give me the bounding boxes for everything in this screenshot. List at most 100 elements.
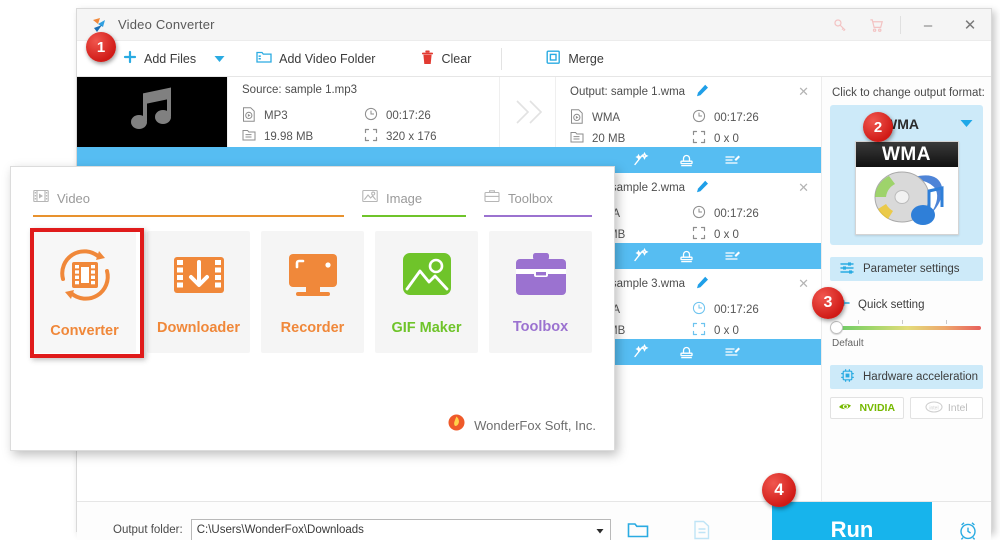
quality-slider[interactable] [822,312,991,334]
title-bar: Video Converter – ✕ [77,9,991,41]
module-tile-converter[interactable]: Converter [33,231,136,353]
clear-button[interactable]: Clear [411,41,481,77]
quick-setting-row[interactable]: Quick setting [822,281,991,312]
trash-icon [421,50,434,68]
output-format-header[interactable]: WMA [830,111,983,137]
parameter-settings-label: Parameter settings [863,263,960,275]
alarm-clock-icon[interactable] [953,516,983,540]
source-resolution-value: 320 x 176 [386,130,437,143]
output-resolution-value: 0 x 0 [714,132,739,145]
rename-pencil-icon[interactable] [696,276,709,289]
image-icon [362,189,378,208]
main-toolbar: Add Files Add Video Folder Clear Merge [77,41,991,77]
tab-image[interactable]: Image [362,189,466,217]
resolution-icon [364,128,378,145]
module-tile-gif-maker[interactable]: GIF Maker [375,231,478,353]
nvidia-eye-icon [838,401,854,416]
bottom-bar: Output folder: C:\Users\WonderFox\Downlo… [77,501,991,540]
stamp-icon[interactable] [663,248,709,265]
gpu-toggle-row: NVIDIA intel Intel [830,397,983,419]
module-tile-recorder[interactable]: Recorder [261,231,364,353]
browse-folder-icon[interactable] [625,517,651,540]
downloader-icon [170,249,228,306]
output-folder-label: Output folder: [113,523,183,536]
recorder-icon [284,249,342,306]
module-tile-toolbox[interactable]: Toolbox [489,231,592,353]
parameter-settings-button[interactable]: Parameter settings [830,257,983,281]
source-duration-value: 00:17:26 [386,109,431,122]
output-duration: 00:17:26 [692,299,814,320]
tab-image-inner: Image [362,189,466,215]
resolution-icon [692,226,706,243]
intel-label: Intel [947,402,968,414]
add-files-button[interactable]: Add Files [113,41,206,77]
film-icon [33,189,49,208]
converter-icon [55,246,115,309]
remove-file-button[interactable]: ✕ [798,180,809,196]
rename-pencil-icon[interactable] [696,84,709,97]
edit-subtitle-icon[interactable] [709,344,755,361]
module-tile-gif-maker-label: GIF Maker [391,319,462,336]
output-folder-dropdown-icon[interactable] [592,523,607,540]
intel-logo-icon: intel [925,400,943,416]
module-tile-toolbox-label: Toolbox [512,318,569,335]
stamp-icon[interactable] [663,344,709,361]
tab-video[interactable]: Video [33,189,344,217]
remove-file-button[interactable]: ✕ [798,84,809,100]
remove-file-button[interactable]: ✕ [798,276,809,292]
magic-wand-icon[interactable] [617,151,663,169]
file-row[interactable]: Source: sample 1.mp3 MP3 19.98 MB 00:17:… [77,77,821,173]
add-video-folder-button[interactable]: Add Video Folder [246,41,385,77]
rename-pencil-icon[interactable] [696,180,709,193]
minimize-button[interactable]: – [907,9,949,41]
nvidia-toggle[interactable]: NVIDIA [830,397,904,419]
edit-subtitle-icon[interactable] [709,248,755,265]
output-title-text: Output: sample 1.wma [570,86,686,98]
merge-icon [546,50,561,68]
module-tile-downloader[interactable]: Downloader [147,231,250,353]
close-button[interactable]: ✕ [949,9,991,41]
intel-toggle[interactable]: intel Intel [909,397,983,419]
chip-icon [840,368,855,386]
step-badge-1: 1 [86,32,116,62]
clock-icon [692,109,706,126]
module-tile-converter-label: Converter [50,322,119,339]
output-resolution: 0 x 0 [692,224,814,245]
window-title: Video Converter [118,17,215,32]
clock-icon [692,301,706,318]
overlay-footer: WonderFox Soft, Inc. [448,414,596,436]
slider-value-label: Default [832,338,864,349]
format-artwork-label: WMA [855,142,958,167]
tab-toolbox[interactable]: Toolbox [484,189,592,217]
tab-video-inner: Video [33,189,344,215]
output-format-selector[interactable]: WMA WMA [830,105,983,245]
run-button[interactable]: Run [772,502,932,540]
source-column: Source: sample 1.mp3 MP3 19.98 MB 00:17:… [227,77,499,147]
add-files-dropdown-icon[interactable] [206,41,232,77]
gif-maker-icon [399,249,455,306]
plus-icon [123,50,137,67]
output-resolution: 0 x 0 [692,128,814,149]
output-duration-value: 00:17:26 [714,303,759,316]
toolbox-icon [512,250,570,305]
key-icon[interactable] [822,9,858,41]
hardware-acceleration-button[interactable]: Hardware acceleration [830,365,983,389]
output-size-value: 20 MB [592,132,626,145]
wonderfox-logo-icon [448,414,465,436]
toolbar-divider [501,47,503,70]
chevron-down-icon[interactable] [960,115,973,133]
stamp-icon[interactable] [663,152,709,169]
source-format: MP3 [242,105,364,126]
output-folder-input[interactable]: C:\Users\WonderFox\Downloads [190,518,611,540]
cart-icon[interactable] [858,9,894,41]
slider-handle[interactable] [830,321,843,334]
magic-wand-icon[interactable] [617,247,663,265]
magic-wand-icon[interactable] [617,343,663,361]
edit-subtitle-icon[interactable] [709,152,755,169]
step-badge-4: 4 [762,473,796,507]
file-thumbnail [77,77,227,147]
open-output-file-icon[interactable] [689,517,715,540]
merge-button[interactable]: Merge [536,41,613,77]
sliders-icon [840,261,855,278]
output-format: WMA [570,107,692,128]
